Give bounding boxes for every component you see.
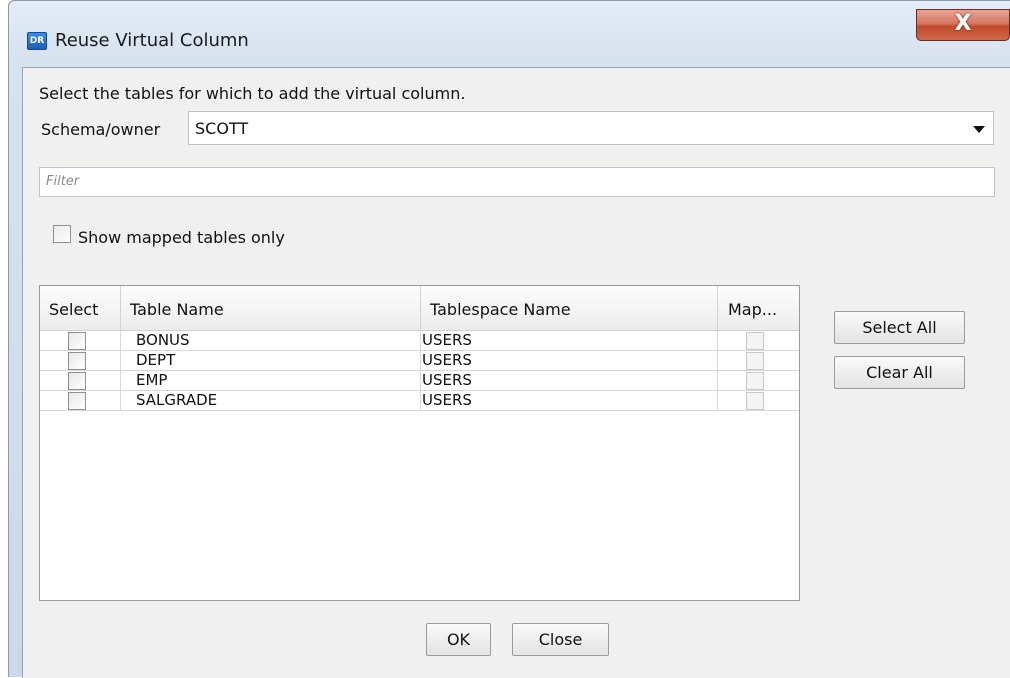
- row-mapped-checkbox: [746, 332, 764, 350]
- row-select-checkbox[interactable]: [68, 332, 86, 350]
- clear-all-button[interactable]: Clear All: [834, 356, 965, 389]
- table-row[interactable]: SALGRADE USERS: [40, 391, 799, 411]
- column-header-tablespace-name[interactable]: Tablespace Name: [421, 286, 718, 330]
- dropdown-arrow-icon[interactable]: [973, 126, 985, 133]
- dialog-window: DR Reuse Virtual Column X Select the tab…: [8, 0, 1010, 678]
- instruction-text: Select the tables for which to add the v…: [39, 84, 466, 103]
- dialog-content: Select the tables for which to add the v…: [22, 67, 1010, 678]
- column-header-label: Tablespace Name: [430, 300, 571, 319]
- column-header-label: Table Name: [130, 300, 224, 319]
- table-header: Select Table Name Tablespace Name Map...: [40, 286, 799, 331]
- close-button[interactable]: Close: [512, 623, 609, 656]
- table-name-cell: DEPT: [121, 351, 421, 371]
- filter-input[interactable]: Filter: [39, 167, 995, 197]
- row-select-checkbox[interactable]: [68, 372, 86, 390]
- show-mapped-label[interactable]: Show mapped tables only: [78, 228, 285, 247]
- window-close-button[interactable]: X: [916, 9, 1010, 41]
- app-icon: DR: [27, 32, 47, 50]
- tablespace-cell: USERS: [421, 371, 718, 391]
- ok-button[interactable]: OK: [426, 623, 491, 656]
- window-title: Reuse Virtual Column: [55, 30, 249, 51]
- column-header-label: Map...: [728, 300, 778, 319]
- row-mapped-checkbox: [746, 352, 764, 370]
- table-name-cell: SALGRADE: [121, 391, 421, 411]
- column-header-select[interactable]: Select: [40, 286, 121, 330]
- row-select-checkbox[interactable]: [68, 392, 86, 410]
- column-header-table-name[interactable]: Table Name: [121, 286, 421, 330]
- schema-owner-label: Schema/owner: [41, 120, 161, 139]
- tablespace-cell: USERS: [421, 331, 718, 351]
- table-row[interactable]: BONUS USERS: [40, 331, 799, 351]
- tables-grid[interactable]: Select Table Name Tablespace Name Map...…: [39, 285, 800, 601]
- row-mapped-checkbox: [746, 392, 764, 410]
- table-row[interactable]: EMP USERS: [40, 371, 799, 391]
- column-header-label: Select: [49, 300, 99, 319]
- row-mapped-checkbox: [746, 372, 764, 390]
- table-name-cell: EMP: [121, 371, 421, 391]
- show-mapped-checkbox[interactable]: [53, 225, 71, 243]
- tablespace-cell: USERS: [421, 351, 718, 371]
- column-header-mapped[interactable]: Map...: [718, 286, 799, 330]
- schema-owner-value: SCOTT: [195, 119, 249, 138]
- tablespace-cell: USERS: [421, 391, 718, 411]
- table-name-cell: BONUS: [121, 331, 421, 351]
- table-row[interactable]: DEPT USERS: [40, 351, 799, 371]
- schema-owner-dropdown[interactable]: SCOTT: [188, 111, 994, 145]
- select-all-button[interactable]: Select All: [834, 311, 965, 344]
- title-bar[interactable]: DR Reuse Virtual Column X: [9, 1, 1010, 67]
- row-select-checkbox[interactable]: [68, 352, 86, 370]
